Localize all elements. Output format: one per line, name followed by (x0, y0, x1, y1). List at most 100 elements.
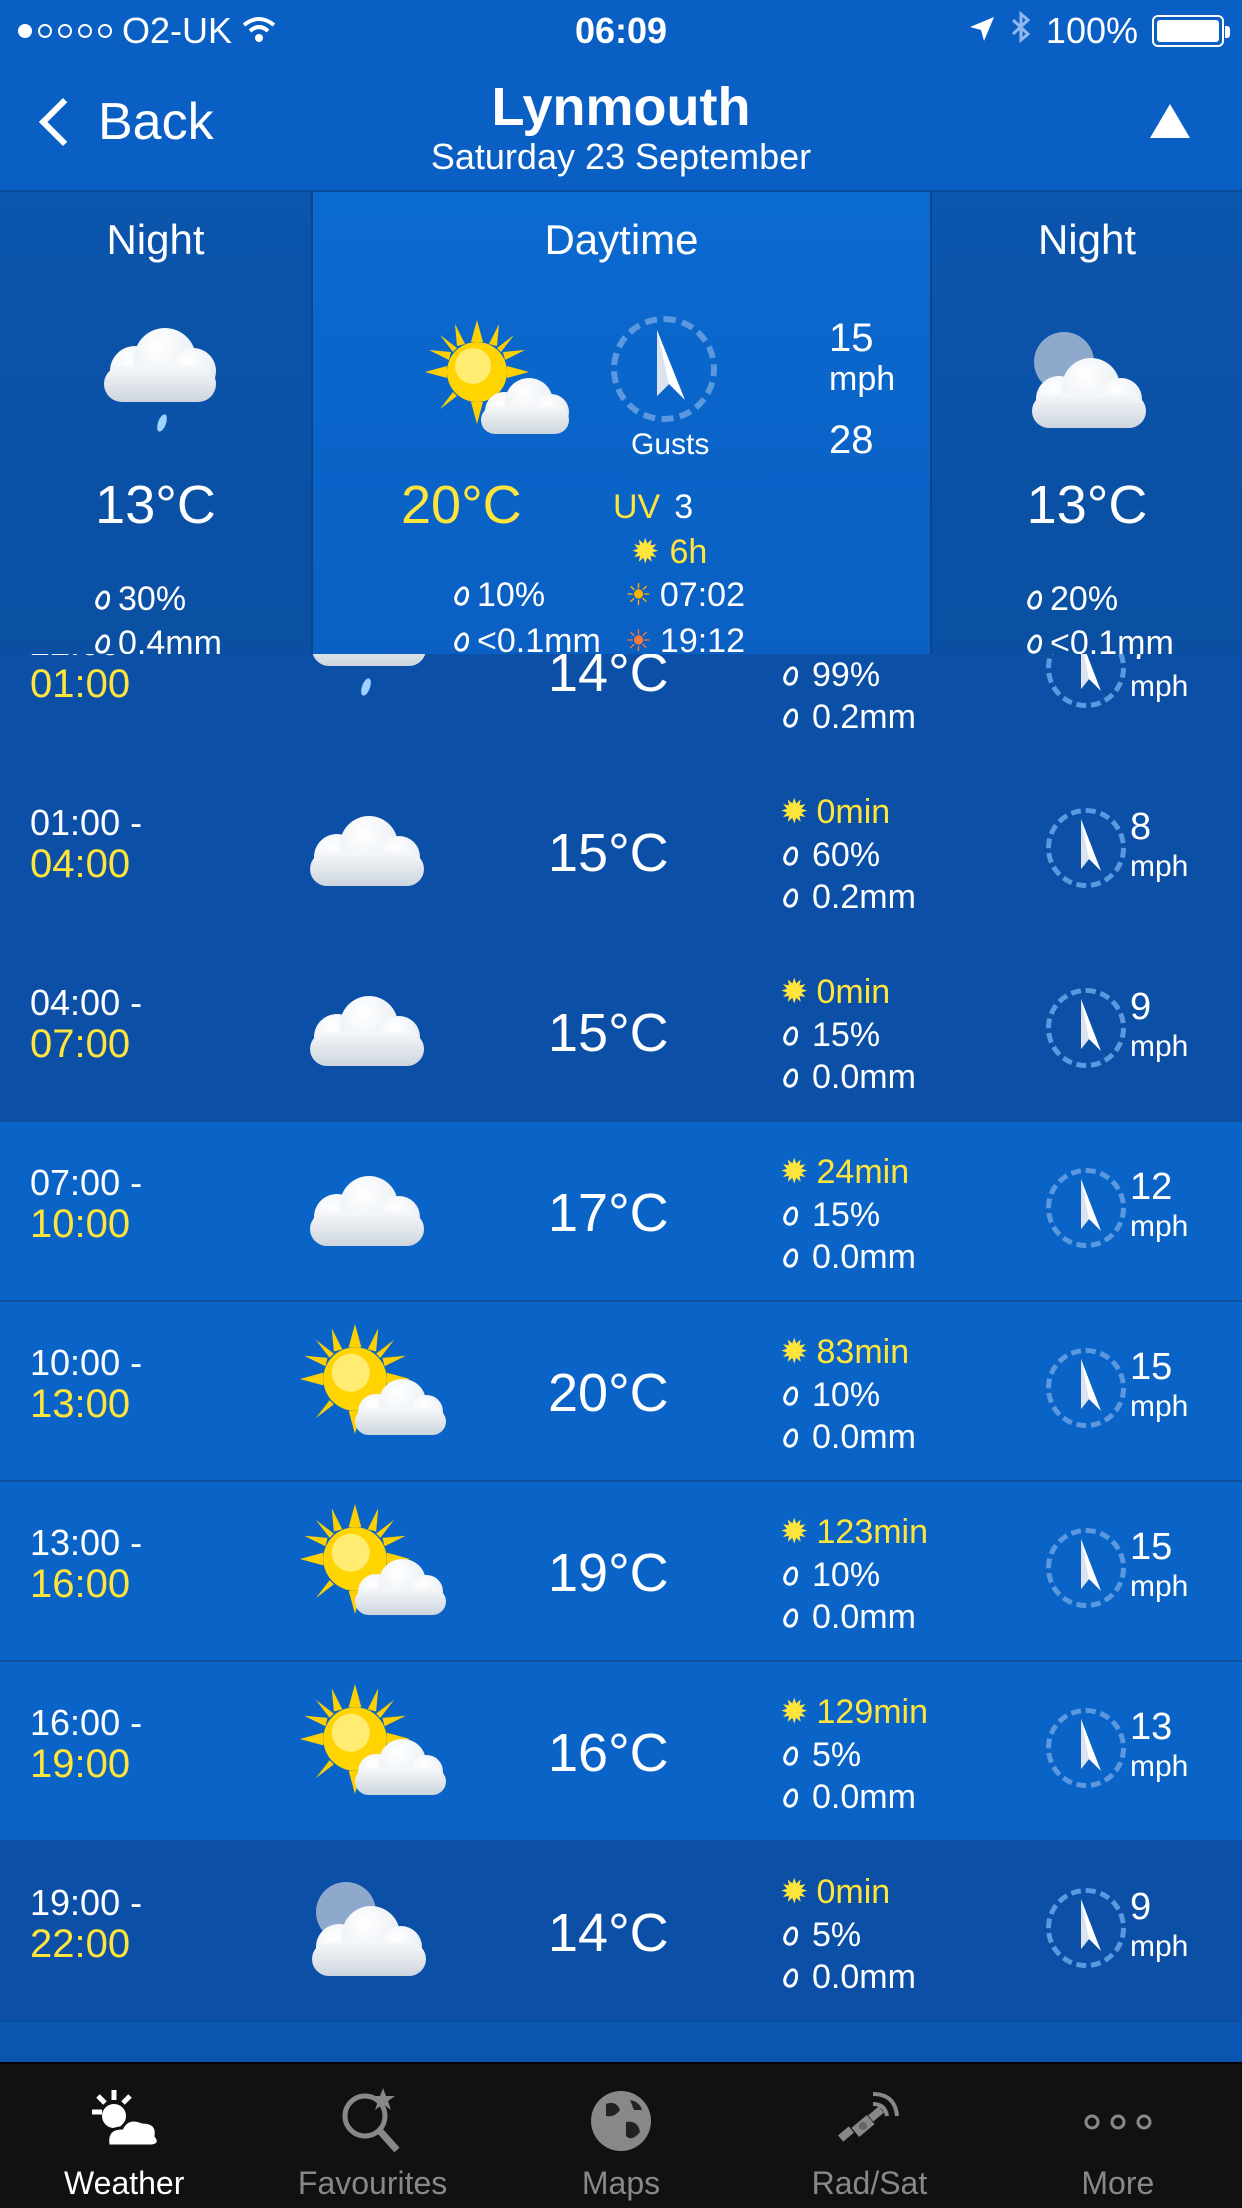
bluetooth-icon (1010, 10, 1032, 52)
row-temperature: 19°C (548, 1543, 669, 1603)
location-arrow-icon (968, 10, 996, 52)
cloud-rain-icon (100, 322, 220, 433)
raindrop-icon (1025, 631, 1045, 656)
wind-direction-gauge-icon (1046, 988, 1126, 1068)
row-sunshine: 0min (816, 1872, 891, 1911)
cloud-icon (300, 1122, 460, 1302)
sun-small-icon: ✹ (780, 1873, 809, 1911)
hourly-forecast-list[interactable]: 22:00 -01:0014°C✹0min99%0.2mm7mph01:00 -… (0, 654, 1242, 2062)
sun-cloud-icon (425, 320, 575, 440)
summary-daytime[interactable]: Daytime 15 mph Gusts 28 20°C UV 3 ✹ 6h 1… (311, 192, 932, 670)
sun-small-icon: ✹ (780, 973, 809, 1011)
summary-sunrise: 07:02 (659, 576, 745, 614)
summary-night-title: Night (106, 216, 205, 263)
raindrop-icon (781, 1605, 801, 1630)
forecast-row[interactable]: 07:00 -10:00 17°C ✹ 24min 15% 0.0mm 12 mph (0, 1122, 1242, 1302)
sunrise-icon: ☀ (625, 579, 652, 612)
summary-day-title: Daytime (544, 216, 699, 263)
tab-favourites[interactable]: Favourites (248, 2064, 496, 2208)
tab-bar: Weather Favourites Maps Rad/Sat More (0, 2062, 1242, 2208)
uv-value: 3 (674, 488, 694, 526)
row-time-to: 07:00 (30, 1022, 131, 1066)
row-precip-amount: 0.0mm (812, 1418, 916, 1456)
moon-cloud-icon (300, 1842, 460, 2022)
page-title: Lynmouth (491, 77, 751, 137)
raindrop-icon (781, 1785, 801, 1810)
forecast-row[interactable]: 16:00 -19:00 16°C ✹ 129min 5% 0.0mm 13 mph (0, 1662, 1242, 1842)
raindrop-icon (781, 1203, 801, 1228)
raindrop-icon (93, 587, 113, 612)
summary-night-previous[interactable]: Night 13°C 30% 0.4mm (0, 192, 311, 670)
raindrop-icon (781, 1743, 801, 1768)
sun-small-icon: ✹ (631, 533, 660, 571)
raindrop-icon (781, 1023, 801, 1048)
row-wind-unit: mph (1130, 1030, 1189, 1063)
status-bar: O2-UK 06:09 100% (0, 0, 1242, 62)
forecast-row[interactable]: 10:00 -13:00 20°C ✹ 83min 10% 0.0mm 15 mph (0, 1302, 1242, 1482)
row-wind-speed: 9 (1130, 986, 1152, 1028)
raindrop-icon (781, 1965, 801, 1990)
sun-cloud-icon (300, 1482, 460, 1662)
summary-day-temp: 20°C (401, 475, 522, 535)
row-temperature: 16°C (548, 1723, 669, 1783)
row-time-from: 04:00 - (30, 982, 143, 1023)
tab-label: More (1081, 2165, 1155, 2201)
row-sunshine: 0min (816, 792, 891, 831)
sun-small-icon: ✹ (780, 793, 809, 831)
row-wind-unit: mph (1130, 670, 1189, 703)
row-precip-amount: 0.0mm (812, 1598, 916, 1636)
page-subtitle: Saturday 23 September (430, 136, 812, 177)
row-wind-speed: 7 (1130, 654, 1151, 666)
day-summary-panel: Night 13°C 30% 0.4mm Daytime 15 mph Gust… (0, 192, 1242, 672)
battery-icon (1152, 15, 1230, 47)
wind-direction-gauge-icon (1046, 1888, 1126, 1968)
cloud-rain-icon (300, 654, 460, 762)
summary-night-title: Night (1037, 216, 1137, 263)
row-wind-unit: mph (1130, 1210, 1189, 1243)
more-dots-icon (1078, 2086, 1158, 2171)
forecast-row[interactable]: 22:00 -01:0014°C✹0min99%0.2mm7mph (0, 654, 1242, 762)
row-time-to: 10:00 (30, 1202, 131, 1246)
row-wind-speed: 9 (1130, 1886, 1152, 1928)
tab-weather[interactable]: Weather (0, 2064, 248, 2208)
row-precip-prob: 15% (812, 1016, 881, 1054)
wind-direction-gauge-icon (1046, 808, 1126, 888)
row-time-from: 13:00 - (30, 1522, 143, 1563)
raindrop-icon (781, 885, 801, 910)
wind-direction-gauge-icon (1046, 1168, 1126, 1248)
row-time-from: 01:00 - (30, 802, 143, 843)
forecast-row[interactable]: 01:00 -04:00 15°C ✹ 0min 60% 0.2mm 8 mph (0, 762, 1242, 942)
row-sunshine: 83min (816, 1332, 910, 1371)
battery-percent: 100% (1045, 10, 1138, 51)
row-wind-unit: mph (1130, 1930, 1189, 1963)
raindrop-icon (781, 1065, 801, 1090)
row-precip-amount: 0.0mm (812, 1958, 916, 1996)
row-precip-prob: 60% (812, 836, 881, 874)
forecast-row[interactable]: 19:00 -22:00 14°C ✹ 0min 5% 0.0mm 9 mph (0, 1842, 1242, 2022)
summary-day-precip-prob: 10% (477, 576, 546, 614)
sun-small-icon: ✹ (780, 1333, 809, 1371)
tab-rad-sat[interactable]: Rad/Sat (745, 2064, 993, 2208)
row-precip-prob: 5% (812, 1736, 862, 1774)
row-time-to: 16:00 (30, 1562, 131, 1606)
tab-more[interactable]: More (994, 2064, 1242, 2208)
summary-sun-hours: 6h (669, 532, 708, 571)
forecast-row[interactable]: 13:00 -16:00 19°C ✹ 123min 10% 0.0mm 15 mph (0, 1482, 1242, 1662)
forecast-row[interactable]: 04:00 -07:00 15°C ✹ 0min 15% 0.0mm 9 mph (0, 942, 1242, 1122)
row-wind-speed: 12 (1130, 1166, 1173, 1208)
raindrop-icon (781, 1563, 801, 1588)
row-wind-unit: mph (1130, 850, 1189, 883)
row-wind-unit: mph (1130, 1390, 1189, 1423)
summary-gusts-value: 28 (829, 418, 874, 462)
row-precip-amount: 0.0mm (812, 1238, 916, 1276)
satellite-icon (829, 2086, 909, 2171)
row-precip-amount: 0.0mm (812, 1778, 916, 1816)
row-precip-amount: 0.2mm (812, 698, 916, 736)
row-wind-speed: 15 (1130, 1346, 1173, 1388)
row-time-from: 10:00 - (30, 1342, 143, 1383)
collapse-triangle-button[interactable] (1150, 104, 1190, 138)
tab-maps[interactable]: Maps (497, 2064, 745, 2208)
row-precip-prob: 5% (812, 1916, 862, 1954)
wind-direction-gauge-icon (1046, 654, 1126, 708)
summary-night-next[interactable]: Night 13°C 20% <0.1mm (932, 192, 1242, 670)
